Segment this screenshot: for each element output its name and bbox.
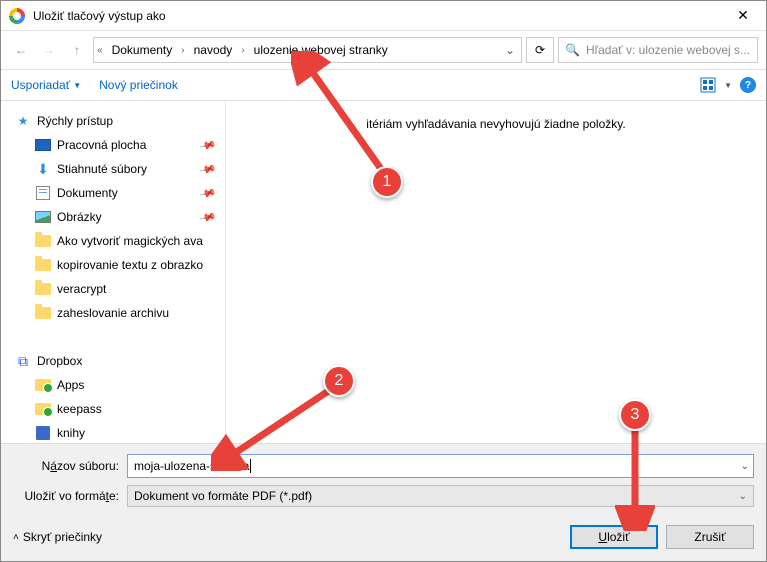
search-placeholder: Hľadať v: ulozenie webovej s... <box>586 43 750 57</box>
pin-icon: 📌 <box>199 136 217 154</box>
breadcrumb-bar[interactable]: « Dokumenty › navody › ulozenie webovej … <box>93 37 522 63</box>
organize-menu[interactable]: Usporiadať ▼ <box>11 78 81 92</box>
forward-button[interactable]: → <box>37 38 61 62</box>
new-folder-button[interactable]: Nový priečinok <box>99 78 178 92</box>
sidebar-item-folder[interactable]: zaheslovanie archivu <box>1 301 225 325</box>
folder-icon <box>35 257 51 273</box>
book-icon <box>35 425 51 441</box>
sidebar-item-folder[interactable]: keepass <box>1 397 225 421</box>
chevron-up-icon: ˄ <box>13 532 19 543</box>
chevron-down-icon: ⌄ <box>739 491 747 502</box>
sidebar-item-downloads[interactable]: ⬇Stiahnuté súbory📌 <box>1 157 225 181</box>
back-button[interactable]: ← <box>9 38 33 62</box>
pin-icon: 📌 <box>199 160 217 178</box>
star-icon: ★ <box>15 113 31 129</box>
chevron-down-icon[interactable]: ⌄ <box>741 461 749 472</box>
breadcrumb-item[interactable]: ulozenie webovej stranky <box>248 38 394 62</box>
navigation-row: ← → ↑ « Dokumenty › navody › ulozenie we… <box>1 31 766 69</box>
chrome-icon <box>9 8 25 24</box>
hide-folders-toggle[interactable]: ˄ Skryť priečinky <box>13 530 102 544</box>
search-icon: 🔍 <box>565 43 580 57</box>
chevron-down-icon: ▼ <box>724 81 732 90</box>
help-icon[interactable]: ? <box>740 77 756 93</box>
folder-icon <box>35 305 51 321</box>
download-icon: ⬇ <box>35 161 51 177</box>
synced-folder-icon <box>35 401 51 417</box>
file-list-area: itériám vyhľadávania nevyhovujú žiadne p… <box>226 101 766 443</box>
breadcrumb-item[interactable]: navody <box>188 38 239 62</box>
chevron-left-icon: « <box>94 45 106 56</box>
save-dialog-window: Uložiť tlačový výstup ako ✕ ← → ↑ « Doku… <box>0 0 767 562</box>
chevron-right-icon: › <box>178 45 187 56</box>
dialog-body: ★Rýchly prístup Pracovná plocha📌 ⬇Stiahn… <box>1 101 766 443</box>
filetype-label: Uložiť vo formáte: <box>13 489 127 503</box>
filename-input[interactable]: moja-ulozena-stranka ⌄ <box>127 454 754 478</box>
pin-icon: 📌 <box>199 184 217 202</box>
breadcrumb-dropdown[interactable]: ⌄ <box>499 43 521 57</box>
filename-label: Názov súboru: <box>13 459 127 473</box>
synced-folder-icon <box>35 377 51 393</box>
pictures-icon <box>35 209 51 225</box>
document-icon <box>35 185 51 201</box>
dropbox-icon: ⧉ <box>15 353 31 369</box>
sidebar-item-folder[interactable]: Ako vytvoriť magických ava <box>1 229 225 253</box>
sidebar-item-documents[interactable]: Dokumenty📌 <box>1 181 225 205</box>
refresh-button[interactable]: ⟳ <box>526 37 554 63</box>
sidebar-dropbox[interactable]: ⧉Dropbox <box>1 349 225 373</box>
breadcrumb-item[interactable]: Dokumenty <box>106 38 179 62</box>
sidebar-item-folder[interactable]: Apps <box>1 373 225 397</box>
save-button[interactable]: Uložiť <box>570 525 658 549</box>
toolbar: Usporiadať ▼ Nový priečinok ▼ ? <box>1 69 766 101</box>
chevron-down-icon: ▼ <box>73 81 81 90</box>
up-button[interactable]: ↑ <box>65 38 89 62</box>
filetype-select[interactable]: Dokument vo formáte PDF (*.pdf) ⌄ <box>127 485 754 507</box>
close-button[interactable]: ✕ <box>720 1 766 31</box>
sidebar-item-desktop[interactable]: Pracovná plocha📌 <box>1 133 225 157</box>
empty-message: itériám vyhľadávania nevyhovujú žiadne p… <box>244 115 748 131</box>
sidebar-item-folder[interactable]: veracrypt <box>1 277 225 301</box>
sidebar-quick-access[interactable]: ★Rýchly prístup <box>1 109 225 133</box>
cancel-button[interactable]: Zrušiť <box>666 525 754 549</box>
folder-icon <box>35 233 51 249</box>
pin-icon: 📌 <box>199 208 217 226</box>
chevron-right-icon: › <box>238 45 247 56</box>
title-bar: Uložiť tlačový výstup ako ✕ <box>1 1 766 31</box>
bottom-panel: Názov súboru: moja-ulozena-stranka ⌄ Ulo… <box>1 443 766 561</box>
sidebar-item-folder[interactable]: kopirovanie textu z obrazko <box>1 253 225 277</box>
window-title: Uložiť tlačový výstup ako <box>33 9 720 23</box>
folder-icon <box>35 281 51 297</box>
sidebar: ★Rýchly prístup Pracovná plocha📌 ⬇Stiahn… <box>1 101 226 443</box>
sidebar-item-folder[interactable]: knihy <box>1 421 225 443</box>
sidebar-item-pictures[interactable]: Obrázky📌 <box>1 205 225 229</box>
desktop-icon <box>35 137 51 153</box>
view-mode-button[interactable]: ▼ <box>700 77 732 93</box>
search-input[interactable]: 🔍 Hľadať v: ulozenie webovej s... <box>558 37 758 63</box>
text-caret <box>250 459 251 473</box>
